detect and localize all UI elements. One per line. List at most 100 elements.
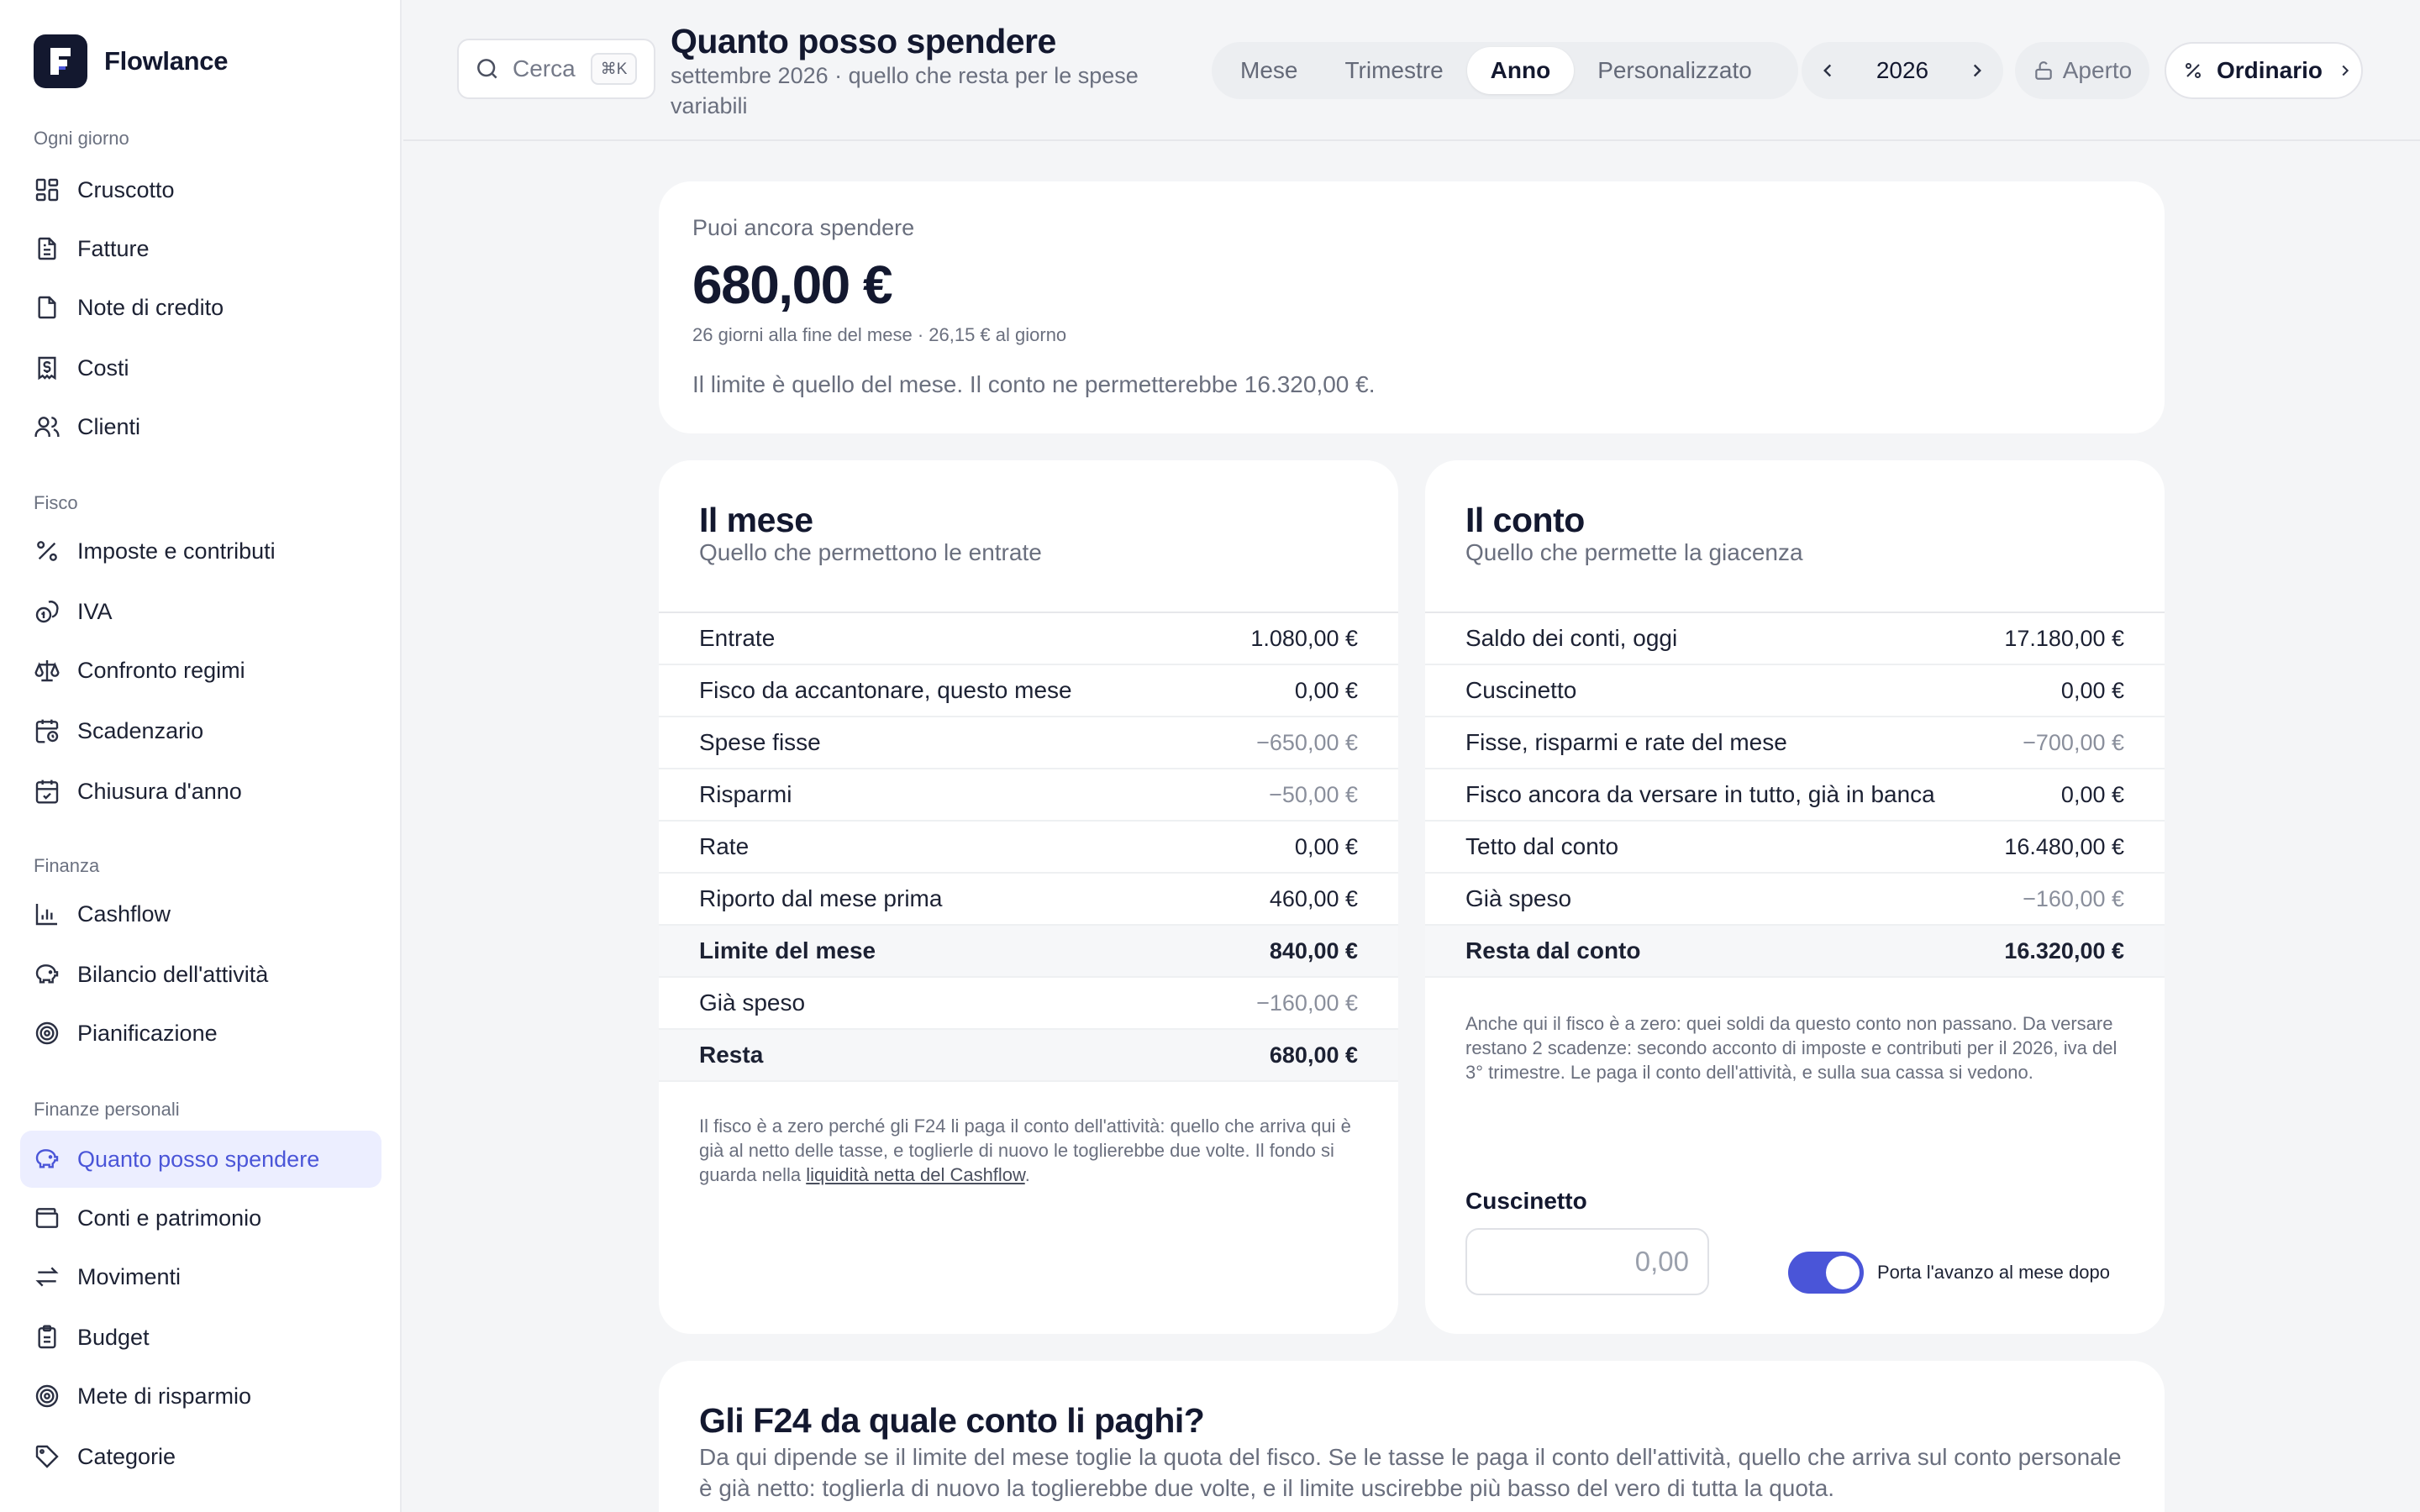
sidebar-item-movimenti[interactable]: Movimenti xyxy=(20,1248,381,1305)
row-label: Resta xyxy=(699,1042,764,1068)
sidebar-item-label: Imposte e contributi xyxy=(77,538,276,564)
nav-section-title: Finanza xyxy=(34,855,100,876)
sidebar-item-label: Budget xyxy=(77,1324,150,1350)
sidebar-item-confronto-regimi[interactable]: Confronto regimi xyxy=(20,642,381,699)
row-value: 17.180,00 € xyxy=(2004,625,2124,651)
row-value: −650,00 € xyxy=(1256,729,1358,755)
sidebar-item-fatture[interactable]: Fatture xyxy=(20,220,381,277)
row-label: Saldo dei conti, oggi xyxy=(1465,625,1678,651)
f24-account-card: Gli F24 da quale conto li paghi? Da qui … xyxy=(659,1361,2165,1512)
month-breakdown-table: Entrate 1.080,00 € Fisco da accantonare, … xyxy=(659,612,1398,1082)
table-row: Fisco ancora da versare in tutto, già in… xyxy=(1425,769,2165,822)
card-title: Gli F24 da quale conto li paghi? xyxy=(699,1401,1205,1440)
cushion-input[interactable] xyxy=(1465,1228,1709,1295)
row-value: 16.480,00 € xyxy=(2004,833,2124,859)
scale-icon xyxy=(34,657,60,684)
regime-selector[interactable]: Ordinario xyxy=(2165,42,2363,99)
table-row: Fisco da accantonare, questo mese 0,00 € xyxy=(659,665,1398,717)
page-title: Quanto posso spendere xyxy=(671,22,1056,60)
sidebar-item-label: Conti e patrimonio xyxy=(77,1205,262,1231)
row-value: 680,00 € xyxy=(1269,1042,1358,1068)
toggle-knob xyxy=(1826,1256,1860,1289)
sidebar-item-imposte-e-contributi[interactable]: Imposte e contributi xyxy=(20,522,381,580)
sidebar-item-bilancio[interactable]: Bilancio dell'attività xyxy=(20,946,381,1003)
row-label: Riporto dal mese prima xyxy=(699,885,943,911)
sidebar-item-label: Clienti xyxy=(77,413,141,439)
tab-trimestre[interactable]: Trimestre xyxy=(1321,47,1466,94)
tab-mese[interactable]: Mese xyxy=(1217,47,1321,94)
sidebar-item-label: Scadenzario xyxy=(77,717,204,743)
row-label: Limite del mese xyxy=(699,937,876,963)
sidebar-item-label: Quanto posso spendere xyxy=(77,1146,320,1172)
row-value: −50,00 € xyxy=(1269,781,1358,807)
invoice-icon xyxy=(34,235,60,262)
period-lock-button[interactable]: Aperto xyxy=(2015,42,2149,99)
row-value: 1.080,00 € xyxy=(1250,625,1358,651)
table-row: Riporto dal mese prima 460,00 € xyxy=(659,874,1398,926)
search-icon xyxy=(474,55,501,82)
account-footnote: Anche qui il fisco è a zero: quei soldi … xyxy=(1465,1013,2118,1083)
sidebar-item-budget[interactable]: Budget xyxy=(20,1309,381,1366)
sidebar-item-quanto-posso-spendere[interactable]: Quanto posso spendere xyxy=(20,1131,381,1188)
card-subtitle: Quello che permette la giacenza xyxy=(1465,539,1803,565)
footnote-end: . xyxy=(1024,1164,1030,1185)
brand[interactable]: Flowlance xyxy=(34,34,228,89)
table-row-total: Resta 680,00 € xyxy=(659,1030,1398,1082)
row-label: Fisco ancora da versare in tutto, già in… xyxy=(1465,781,1935,807)
table-row-total: Resta dal conto 16.320,00 € xyxy=(1425,926,2165,978)
row-value: 0,00 € xyxy=(1294,677,1358,703)
sidebar-item-note-di-credito[interactable]: Note di credito xyxy=(20,279,381,336)
sidebar-item-chiusura-d-anno[interactable]: Chiusura d'anno xyxy=(20,763,381,820)
sidebar-item-conti-e-patrimonio[interactable]: Conti e patrimonio xyxy=(20,1189,381,1247)
row-label: Fisco da accantonare, questo mese xyxy=(699,677,1072,703)
sidebar-item-costi[interactable]: Costi xyxy=(20,339,381,396)
arrows-swap-icon xyxy=(34,1263,60,1290)
row-value: −160,00 € xyxy=(1256,990,1358,1016)
sidebar-item-label: Bilancio dell'attività xyxy=(77,961,269,987)
clipboard-icon xyxy=(34,1324,60,1351)
chevron-left-icon[interactable] xyxy=(1817,60,1839,81)
tab-personalizzato[interactable]: Personalizzato xyxy=(1574,47,1776,94)
sidebar-item-label: Pianificazione xyxy=(77,1020,218,1046)
row-label: Spese fisse xyxy=(699,729,821,755)
chevron-right-icon[interactable] xyxy=(1966,60,1988,81)
sidebar-item-clienti[interactable]: Clienti xyxy=(20,398,381,455)
sidebar-item-cashflow[interactable]: Cashflow xyxy=(20,885,381,942)
app-name: Flowlance xyxy=(104,46,229,76)
table-row: Fisse, risparmi e rate del mese −700,00 € xyxy=(1425,717,2165,769)
sidebar-item-categorie[interactable]: Categorie xyxy=(20,1428,381,1485)
row-label: Fisse, risparmi e rate del mese xyxy=(1465,729,1787,755)
chevron-right-icon xyxy=(2336,61,2354,80)
year-value: 2026 xyxy=(1876,57,1929,83)
search-shortcut: ⌘K xyxy=(590,53,638,85)
summary-amount: 680,00 € xyxy=(692,255,893,315)
tab-anno[interactable]: Anno xyxy=(1466,47,1575,94)
row-label: Entrate xyxy=(699,625,776,651)
nav-section-title: Finanze personali xyxy=(34,1099,180,1120)
credit-note-icon xyxy=(34,294,60,321)
piggy-bank-icon xyxy=(34,1146,60,1173)
sidebar-item-pianificazione[interactable]: Pianificazione xyxy=(20,1005,381,1062)
sidebar-item-label: Chiusura d'anno xyxy=(77,778,242,804)
search-button[interactable]: Cerca ⌘K xyxy=(457,39,655,99)
receipt-icon xyxy=(34,354,60,381)
sidebar-item-iva[interactable]: IVA xyxy=(20,583,381,640)
row-label: Già speso xyxy=(699,990,806,1016)
sidebar-item-scadenzario[interactable]: Scadenzario xyxy=(20,702,381,759)
table-row: Risparmi −50,00 € xyxy=(659,769,1398,822)
row-label: Tetto dal conto xyxy=(1465,833,1619,859)
row-label: Già speso xyxy=(1465,885,1572,911)
sidebar-item-mete-di-risparmio[interactable]: Mete di risparmio xyxy=(20,1368,381,1425)
sidebar-item-label: Cruscotto xyxy=(77,176,175,202)
sidebar-item-label: Movimenti xyxy=(77,1263,182,1289)
row-label: Rate xyxy=(699,833,750,859)
row-label: Resta dal conto xyxy=(1465,937,1641,963)
nav-section-title: Ogni giorno xyxy=(34,128,129,149)
table-row: Già speso −160,00 € xyxy=(659,978,1398,1030)
month-card: Il mese Quello che permettono le entrate… xyxy=(659,460,1398,1334)
carry-over-label: Porta l'avanzo al mese dopo xyxy=(1877,1262,2110,1283)
carry-over-toggle[interactable] xyxy=(1788,1252,1864,1294)
cashflow-link[interactable]: liquidità netta del Cashflow xyxy=(806,1164,1025,1185)
summary-note: Il limite è quello del mese. Il conto ne… xyxy=(692,371,1376,397)
sidebar-item-cruscotto[interactable]: Cruscotto xyxy=(20,161,381,218)
